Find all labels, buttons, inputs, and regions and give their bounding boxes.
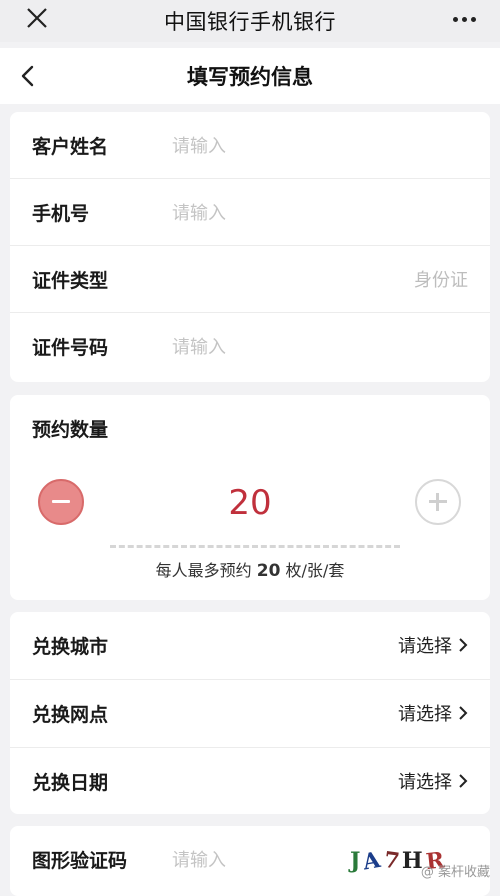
note-suffix: 枚/张/套	[285, 561, 345, 580]
exchange-date-select[interactable]: 请选择	[398, 768, 468, 794]
exchange-city-value: 请选择	[398, 636, 452, 657]
back-arrow-icon[interactable]	[18, 64, 38, 88]
exchange-city-select[interactable]: 请选择	[398, 632, 468, 658]
exchange-branch-label: 兑换网点	[32, 703, 109, 726]
more-options-icon[interactable]	[453, 17, 476, 22]
exchange-city-label: 兑换城市	[32, 635, 109, 658]
quantity-underline	[110, 545, 400, 548]
customer-name-row: 客户姓名	[10, 112, 490, 178]
phone-input[interactable]	[170, 192, 470, 234]
chevron-right-icon	[459, 706, 468, 720]
id-type-label: 证件类型	[32, 269, 109, 292]
quantity-label: 预约数量	[32, 419, 109, 441]
watermark: @ 案杆收藏	[420, 865, 490, 880]
personal-info-card: 客户姓名 手机号 证件类型 身份证 证件号码	[10, 112, 490, 382]
exchange-branch-row[interactable]: 兑换网点 请选择	[10, 680, 490, 746]
quantity-card: 预约数量 20 每人最多预约 20 枚/张/套	[10, 395, 490, 600]
customer-name-input[interactable]	[170, 125, 470, 167]
phone-label: 手机号	[32, 202, 90, 225]
customer-name-label: 客户姓名	[32, 135, 109, 158]
exchange-city-row[interactable]: 兑换城市 请选择	[10, 612, 490, 678]
id-number-row: 证件号码	[10, 313, 490, 379]
captcha-label: 图形验证码	[32, 849, 128, 872]
page-title: 填写预约信息	[187, 65, 313, 89]
app-titlebar: 中国银行手机银行	[0, 0, 500, 42]
exchange-branch-select[interactable]: 请选择	[398, 700, 468, 726]
note-prefix: 每人最多预约	[155, 561, 252, 580]
note-max: 20	[256, 561, 281, 581]
exchange-date-value: 请选择	[398, 772, 452, 793]
captcha-card: 图形验证码 J A 7 H R	[10, 826, 490, 896]
captcha-input[interactable]	[170, 839, 340, 881]
exchange-branch-value: 请选择	[398, 704, 452, 725]
captcha-row: 图形验证码 J A 7 H R	[10, 826, 490, 892]
exchange-date-row[interactable]: 兑换日期 请选择	[10, 748, 490, 814]
exchange-card: 兑换城市 请选择 兑换网点 请选择 兑换日期 请选择	[10, 612, 490, 814]
chevron-right-icon	[459, 638, 468, 652]
id-number-label: 证件号码	[32, 336, 109, 359]
captcha-char: 7	[381, 846, 404, 876]
close-icon[interactable]	[26, 7, 48, 29]
increase-button[interactable]	[415, 479, 461, 525]
id-type-value[interactable]: 身份证	[414, 266, 468, 292]
quantity-limit-note: 每人最多预约 20 枚/张/套	[10, 557, 490, 581]
phone-row: 手机号	[10, 179, 490, 245]
id-type-row[interactable]: 证件类型 身份证	[10, 246, 490, 312]
id-number-input[interactable]	[170, 326, 470, 368]
app-title: 中国银行手机银行	[164, 10, 336, 34]
exchange-date-label: 兑换日期	[32, 771, 109, 794]
page-header: 填写预约信息	[0, 48, 500, 104]
chevron-right-icon	[459, 774, 468, 788]
